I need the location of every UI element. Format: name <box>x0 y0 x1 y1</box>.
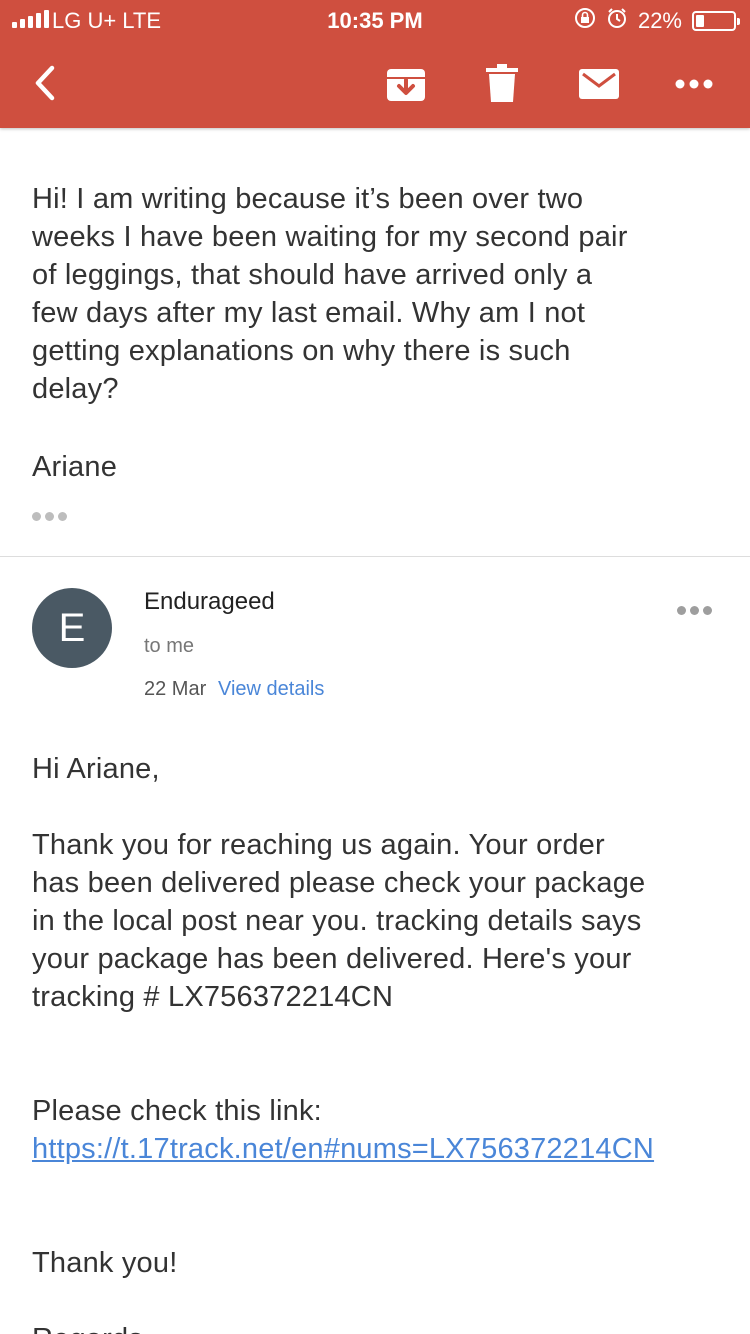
closing-text: Thank you! <box>32 1247 178 1279</box>
message2-line: in the local post near you. tracking det… <box>32 905 642 937</box>
regards-text: Regards <box>32 1320 722 1334</box>
message1-line: of leggings, that should have arrived on… <box>32 259 593 291</box>
rotation-lock-icon <box>574 7 596 35</box>
message1-line: Hi! I am writing because it’s been over … <box>32 183 584 215</box>
battery-icon <box>692 11 740 31</box>
more-horizontal-icon <box>675 79 713 89</box>
toolbar <box>0 50 750 120</box>
tracking-link[interactable]: https://t.17track.net/en#nums=LX75637221… <box>32 1133 654 1165</box>
message-more-button[interactable] <box>677 606 712 615</box>
message1-line: getting explanations on why there is suc… <box>32 335 571 367</box>
link-intro: Please check this link: <box>32 1095 322 1127</box>
message2-line: tracking # LX756372214CN <box>32 981 394 1013</box>
back-button[interactable] <box>22 58 72 108</box>
message1-line: few days after my last email. Why am I n… <box>32 297 586 329</box>
message2-line: Thank you for reaching us again. Your or… <box>32 829 605 861</box>
message1-signature: Ariane <box>32 451 118 483</box>
message2-body: Thank you for reaching us again. Your or… <box>32 826 722 1016</box>
message2-line: your package has been delivered. Here's … <box>32 943 632 975</box>
show-trimmed-content-button[interactable] <box>32 512 67 521</box>
message1-line: weeks I have been waiting for my second … <box>32 221 628 253</box>
trash-icon <box>486 64 518 102</box>
avatar[interactable]: E <box>32 588 112 668</box>
sender-name: Endurageed <box>144 588 275 615</box>
alarm-icon <box>606 7 628 35</box>
app-header: LG U+ LTE 10:35 PM 22% <box>0 0 750 128</box>
message1-line: delay? <box>32 373 119 405</box>
archive-button[interactable] <box>380 60 432 108</box>
message-date: 22 Mar <box>144 678 207 700</box>
view-details-link[interactable]: View details <box>218 678 324 701</box>
mark-unread-button[interactable] <box>572 60 626 108</box>
more-options-button[interactable] <box>668 60 720 108</box>
chevron-left-icon <box>35 65 55 101</box>
status-bar: LG U+ LTE 10:35 PM 22% <box>0 0 750 40</box>
tracking-link-container: https://t.17track.net/en#nums=LX75637221… <box>32 1130 722 1168</box>
envelope-icon <box>579 69 619 99</box>
archive-icon <box>387 69 425 101</box>
message2-line: has been delivered please check your pac… <box>32 867 646 899</box>
message2-greeting: Hi Ariane, <box>32 753 160 785</box>
battery-percent: 22% <box>637 8 682 33</box>
message1-body: Hi! I am writing because it’s been over … <box>32 180 722 408</box>
recipient-label: to me <box>144 635 195 657</box>
delete-button[interactable] <box>476 60 528 108</box>
divider <box>0 556 750 557</box>
